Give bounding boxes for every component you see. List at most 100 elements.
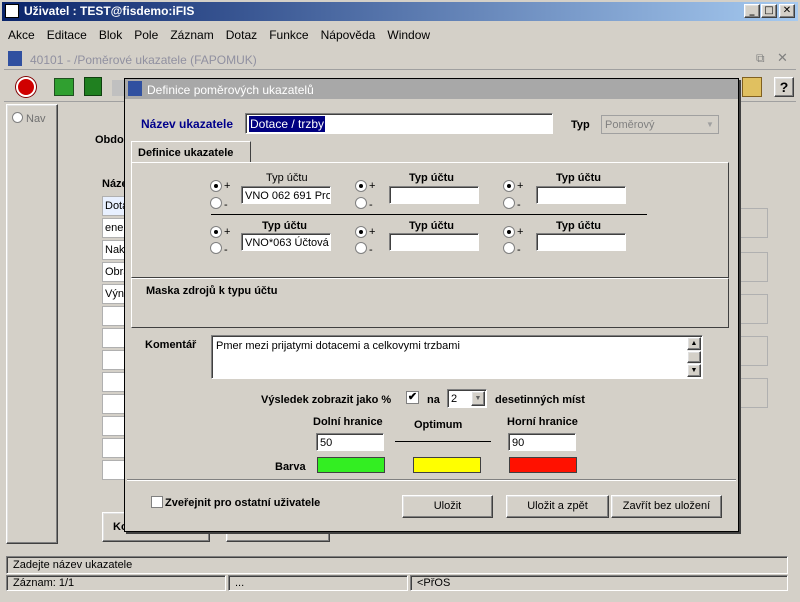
menu-funkce[interactable]: Funkce [269,28,308,42]
radio-minus[interactable] [210,197,222,209]
dialog-icon [128,81,142,96]
divider-line [211,214,647,215]
nazev-value: Dotace / trzby [249,116,326,132]
typ-uctu-label: Typ účtu [556,172,602,184]
help-icon[interactable]: ? [774,77,794,97]
typ-uctu-input[interactable]: VNO*063 Účtová 1 [241,233,331,251]
scroll-thumb[interactable] [687,351,701,363]
nazev-label: Název ukazatele [141,117,234,131]
radio-plus[interactable] [503,226,515,238]
radio-minus-label: - [517,199,521,211]
optimum-divider [395,441,491,442]
home-icon[interactable] [84,77,102,96]
horni-input[interactable]: 90 [508,433,576,451]
typ-uctu-input[interactable] [536,186,626,204]
exit-icon[interactable] [16,77,36,97]
optimum-color-swatch[interactable] [413,457,481,473]
radio-plus-label: + [517,180,524,192]
typ-uctu-input[interactable] [389,186,479,204]
radio-plus-label: + [224,180,231,192]
bottom-separator [127,479,736,481]
tools-icon[interactable] [742,77,762,97]
chevron-down-icon: ▼ [706,120,714,129]
komentar-textarea[interactable]: Pmer mezi prijatymi dotacemi a celkovymi… [211,335,703,379]
dolni-input[interactable]: 50 [316,433,384,451]
zverejnit-checkbox[interactable] [151,496,163,508]
typ-value: Poměrový [605,119,655,131]
tool-icon[interactable] [112,80,124,96]
percent-checkbox[interactable]: ✔ [406,391,419,404]
status-mid: ... [228,575,408,591]
form-close-icon[interactable]: ✕ [777,50,788,66]
dolni-color-swatch[interactable] [317,457,385,473]
obdobi-label: Obdo [95,134,124,146]
menu-blok[interactable]: Blok [99,28,122,42]
radio-plus[interactable] [210,180,222,192]
decimals-select[interactable]: 2 ▼ [447,389,487,408]
ulozit-button[interactable]: Uložit [402,495,493,518]
close-button[interactable]: ✕ [779,4,795,18]
form-title-bar: 40101 - /Poměrové ukazatele (FAPOMUK) ⧉ … [4,48,796,70]
typ-label: Typ [571,119,590,131]
definition-dialog: Definice poměrových ukazatelů Název ukaz… [124,78,739,532]
background-field[interactable] [736,208,768,238]
menu-akce[interactable]: Akce [8,28,35,42]
form-restore-icon[interactable]: ⧉ [756,51,765,66]
na-label: na [427,394,440,406]
nav-radio[interactable] [12,112,23,123]
dolni-label: Dolní hranice [313,416,383,428]
tab-definice[interactable]: Definice ukazatele [131,141,251,163]
barva-label: Barva [275,461,306,473]
background-field[interactable] [736,378,768,408]
scroll-up-icon[interactable]: ▲ [687,337,701,350]
nav-panel: Nav [6,104,58,544]
menu-zaznam[interactable]: Záznam [170,28,213,42]
typ-uctu-input[interactable] [389,233,479,251]
radio-minus[interactable] [210,242,222,254]
maska-panel: Maska zdrojů k typu účtu [131,278,729,328]
radio-minus-label: - [517,244,521,256]
window-title: Uživatel : TEST@fisdemo:iFIS [24,4,195,18]
radio-plus[interactable] [355,226,367,238]
status-message: Zadejte název ukazatele [13,559,133,571]
dialog-title-bar: Definice poměrových ukazatelů [125,79,738,99]
background-field[interactable] [736,294,768,324]
menu-bar: Akce Editace Blok Pole Záznam Dotaz Funk… [8,28,788,44]
komentar-scrollbar[interactable]: ▲ ▼ [687,337,701,377]
decimals-value: 2 [451,393,458,405]
background-field[interactable] [736,336,768,366]
menu-napoveda[interactable]: Nápověda [321,28,376,42]
radio-plus-label: + [369,180,376,192]
nazev-input[interactable]: Dotace / trzby [245,113,553,134]
radio-minus[interactable] [503,197,515,209]
radio-plus[interactable] [503,180,515,192]
typ-uctu-input[interactable]: VNO 062 691 Pro [241,186,331,204]
menu-pole[interactable]: Pole [134,28,158,42]
radio-minus[interactable] [355,242,367,254]
minimize-button[interactable]: _ [744,4,760,18]
ulozit-zpet-button[interactable]: Uložit a zpět [506,495,609,518]
menu-dotaz[interactable]: Dotaz [226,28,257,42]
status-message-bar: Zadejte název ukazatele [6,556,788,574]
typ-uctu-input[interactable] [536,233,626,251]
komentar-value: Pmer mezi prijatymi dotacemi a celkovymi… [216,340,460,352]
add-record-icon[interactable] [54,78,74,96]
typ-select[interactable]: Poměrový ▼ [601,115,719,134]
background-field[interactable] [736,252,768,282]
maska-label: Maska zdrojů k typu účtu [146,285,278,297]
typ-uctu-label: Typ účtu [409,172,455,184]
menu-window[interactable]: Window [387,28,430,42]
radio-minus[interactable] [503,242,515,254]
horni-color-swatch[interactable] [509,457,577,473]
menu-editace[interactable]: Editace [47,28,87,42]
radio-plus[interactable] [355,180,367,192]
zavrit-button[interactable]: Zavřít bez uložení [611,495,722,518]
radio-plus[interactable] [210,226,222,238]
maximize-button[interactable]: □ [761,4,777,18]
scroll-down-icon[interactable]: ▼ [687,364,701,377]
decimals-suffix: desetinných míst [495,394,585,406]
form-title: 40101 - /Poměrové ukazatele (FAPOMUK) [30,53,257,67]
horni-label: Horní hranice [507,416,578,428]
radio-minus[interactable] [355,197,367,209]
komentar-label: Komentář [145,339,197,351]
